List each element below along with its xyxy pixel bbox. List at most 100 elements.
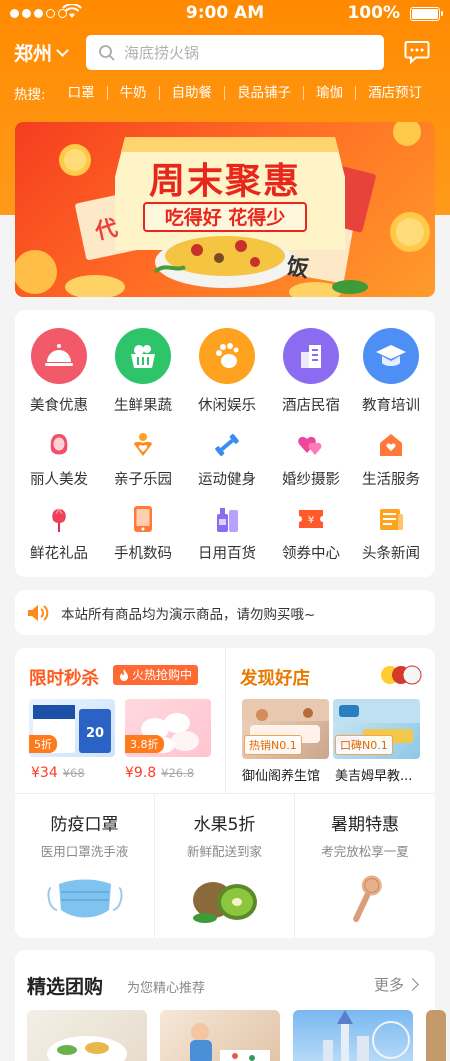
category-life[interactable]: 生活服务 [349, 430, 433, 489]
food-dome-icon [31, 328, 87, 384]
category-kids[interactable]: 亲子乐园 [101, 430, 185, 489]
discount-tag: 3.8折 [125, 735, 164, 753]
kids-painting-image [190, 1023, 270, 1061]
category-education[interactable]: 教育培训 [349, 328, 433, 415]
city-selector[interactable]: 郑州 [14, 39, 69, 66]
hot-keyword[interactable]: 瑜伽 [304, 86, 357, 100]
message-icon[interactable] [404, 40, 430, 64]
brand-logos-icon [381, 665, 422, 685]
notice-text: 本站所有商品均为演示商品，请勿购买哦~ [61, 606, 316, 623]
group-deal-image[interactable] [160, 1010, 280, 1061]
search-bar[interactable] [86, 35, 384, 70]
group-buy-subtitle: 为您精心推荐 [127, 981, 206, 996]
category-beauty[interactable]: 丽人美发 [17, 430, 101, 489]
original-price: ¥26.8 [161, 766, 195, 780]
product-image-candy[interactable]: 3.8折 [125, 699, 211, 757]
category-label: 鲜花礼品 [30, 546, 88, 562]
original-price: ¥68 [62, 766, 85, 780]
category-food[interactable]: 美食优惠 [17, 328, 101, 415]
notice-bar[interactable]: 本站所有商品均为演示商品，请勿购买哦~ [15, 590, 435, 635]
category-label: 手机数码 [114, 546, 172, 562]
category-digital[interactable]: 手机数码 [101, 504, 185, 563]
category-leisure[interactable]: 休闲娱乐 [185, 328, 269, 415]
category-sports[interactable]: 运动健身 [185, 430, 269, 489]
news-icon [376, 504, 406, 534]
mask-icon [47, 879, 122, 918]
hot-badge-text: 火热抢购中 [132, 668, 193, 682]
category-label: 酒店民宿 [282, 398, 340, 414]
feature-masks[interactable]: 防疫口罩 医用口罩洗手液 [15, 794, 155, 938]
category-label: 领券中心 [282, 546, 340, 562]
hot-badge: 火热抢购中 [113, 665, 199, 685]
promo-banner[interactable]: 周末聚惠 吃得好 花得少 代 饭 [15, 122, 435, 297]
search-icon [99, 44, 115, 61]
store-image[interactable]: 热销N0.1 [242, 699, 329, 759]
store-image[interactable]: 口碑N0.1 [333, 699, 420, 759]
category-coupons[interactable]: ¥ 领券中心 [269, 504, 353, 563]
hot-keyword[interactable]: 牛奶 [108, 86, 160, 100]
category-fresh[interactable]: 生鲜果蔬 [101, 328, 185, 415]
group-buy-section: 精选团购 为您精心推荐 更多 [15, 950, 446, 1061]
discount-tag: 5折 [29, 735, 57, 753]
category-label: 头条新闻 [362, 546, 420, 562]
category-news[interactable]: 头条新闻 [349, 504, 433, 563]
search-input[interactable] [124, 43, 364, 62]
feature-subtitle: 医用口罩洗手液 [40, 844, 129, 859]
hot-keyword[interactable]: 酒店预订 [356, 86, 434, 100]
feature-title: 暑期特惠 [331, 815, 399, 835]
speaker-icon [28, 604, 49, 621]
category-flowers[interactable]: 鲜花礼品 [17, 504, 101, 563]
hot-search-row: 热搜: 口罩 牛奶 自助餐 良品铺子 瑜伽 酒店预订 [14, 82, 434, 104]
group-deal-image[interactable] [293, 1010, 413, 1061]
category-label: 美食优惠 [30, 398, 88, 414]
food-bowl-image [47, 1036, 127, 1061]
feature-summer[interactable]: 暑期特惠 考完放松享一夏 [295, 794, 435, 938]
feature-title: 水果5折 [193, 815, 256, 835]
phone-icon [128, 504, 158, 534]
hot-keyword[interactable]: 自助餐 [160, 86, 226, 100]
chevron-down-icon [56, 43, 69, 57]
category-hotel[interactable]: 酒店民宿 [269, 328, 353, 415]
graduation-cap-icon [363, 328, 419, 384]
store-name: 美吉姆早教... [335, 769, 413, 784]
sale-price: ¥9.8 [125, 765, 157, 781]
good-stores-section[interactable]: 发现好店 热销N0.1 口碑N0.1 御仙阁养生馆 美吉姆早教... [226, 648, 435, 794]
category-wedding[interactable]: 婚纱摄影 [269, 430, 353, 489]
category-label: 教育培训 [362, 398, 420, 414]
category-label: 生活服务 [362, 472, 420, 488]
category-daily[interactable]: 日用百货 [185, 504, 269, 563]
more-link[interactable]: 更多 [373, 974, 419, 995]
store-badge: 口碑N0.1 [335, 735, 393, 755]
feature-title: 防疫口罩 [50, 815, 119, 835]
hot-keyword[interactable]: 口罩 [56, 86, 108, 100]
category-grid: 美食优惠 生鲜果蔬 休闲娱乐 酒店民宿 教育培训 丽人美发 亲子乐园 运动健身 [15, 310, 435, 577]
coupon-icon: ¥ [296, 504, 326, 534]
flash-sale-title: 限时秒杀 [29, 669, 99, 689]
feature-fruit[interactable]: 水果5折 新鲜配送到家 [155, 794, 295, 938]
category-label: 丽人美发 [30, 472, 88, 488]
group-buy-title: 精选团购 [27, 976, 104, 998]
category-label: 生鲜果蔬 [114, 398, 172, 414]
hot-keyword[interactable]: 良品铺子 [225, 86, 305, 100]
svg-text:20: 20 [86, 726, 104, 741]
group-deal-image[interactable] [426, 1010, 446, 1061]
bottles-icon [212, 504, 242, 534]
group-deal-image[interactable] [27, 1010, 147, 1061]
feature-subtitle: 考完放松享一夏 [321, 844, 409, 859]
flash-sale-section[interactable]: 限时秒杀 火热抢购中 20 5折 3.8折 ¥34 ¥68 ¥9.8 ¥26.8 [15, 648, 226, 794]
hot-search-title: 热搜: [14, 87, 46, 103]
flower-icon [44, 504, 74, 534]
city-name: 郑州 [14, 43, 53, 65]
more-label: 更多 [373, 976, 404, 994]
chevron-right-icon [406, 978, 419, 991]
banner-subtitle: 吃得好 花得少 [143, 202, 307, 232]
battery-icon [410, 7, 443, 21]
status-bar: 9:00 AM 100% [0, 0, 450, 28]
hearts-icon [296, 430, 326, 460]
fire-icon [120, 669, 128, 681]
category-label: 运动健身 [198, 472, 256, 488]
category-label: 婚纱摄影 [282, 472, 340, 488]
sale-price: ¥34 [31, 765, 58, 781]
product-image-milk[interactable]: 20 5折 [29, 699, 115, 757]
footprint-icon [199, 328, 255, 384]
